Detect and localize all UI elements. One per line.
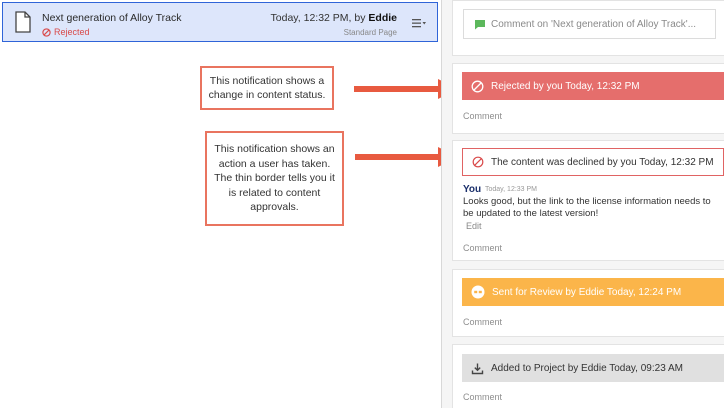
review-banner-text: Sent for Review by Eddie Today, 12:24 PM (492, 286, 682, 298)
callout-status-change: This notification shows a change in cont… (200, 66, 334, 110)
comment-input[interactable]: Comment on 'Next generation of Alloy Tra… (463, 9, 716, 39)
callout-text: This notification shows a change in cont… (208, 74, 326, 102)
activity-rejected-card: Rejected by you Today, 12:32 PM Comment (452, 63, 724, 134)
callout-user-action: This notification shows an action a user… (205, 131, 344, 226)
download-icon (471, 363, 484, 374)
rejected-icon (471, 80, 484, 92)
content-item-type: Standard Page (343, 28, 397, 37)
message-author: You (463, 184, 482, 195)
message-time: Today, 12:33 PM (485, 186, 538, 193)
callout-text: This notification shows an action a user… (214, 143, 335, 214)
content-item-meta: Today, 12:32 PM, by Eddie (271, 12, 397, 24)
project-banner-text: Added to Project by Eddie Today, 09:23 A… (491, 362, 683, 374)
comment-link[interactable]: Comment (463, 111, 502, 121)
activity-panel: Comment on 'Next generation of Alloy Tra… (441, 0, 724, 408)
edit-link[interactable]: Edit (466, 221, 482, 231)
comment-card: Comment on 'Next generation of Alloy Tra… (452, 0, 724, 56)
rejected-icon (42, 27, 51, 37)
status-label: Rejected (54, 27, 90, 37)
document-icon (15, 11, 31, 33)
comment-link[interactable]: Comment (463, 317, 502, 327)
project-banner: Added to Project by Eddie Today, 09:23 A… (462, 354, 724, 382)
review-banner: Sent for Review by Eddie Today, 12:24 PM (462, 278, 724, 306)
activity-declined-card: The content was declined by you Today, 1… (452, 140, 724, 261)
rejected-banner-text: Rejected by you Today, 12:32 PM (491, 80, 640, 92)
content-item[interactable]: Next generation of Alloy Track Rejected … (2, 2, 438, 42)
activity-review-card: Sent for Review by Eddie Today, 12:24 PM… (452, 269, 724, 337)
content-item-time: Today, 12:32 PM, by (270, 12, 366, 24)
context-menu-icon[interactable] (411, 16, 427, 30)
declined-icon (472, 156, 484, 168)
content-item-author: Eddie (368, 12, 397, 24)
status-badge: Rejected (42, 27, 90, 37)
comment-placeholder: Comment on 'Next generation of Alloy Tra… (491, 18, 697, 30)
content-item-title: Next generation of Alloy Track (42, 12, 182, 24)
declined-banner-text: The content was declined by you Today, 1… (491, 156, 714, 168)
declined-banner: The content was declined by you Today, 1… (462, 148, 724, 176)
comment-link[interactable]: Comment (463, 392, 502, 402)
message-body: Looks good, but the link to the license … (463, 196, 711, 219)
rejected-banner: Rejected by you Today, 12:32 PM (462, 72, 724, 100)
review-icon (471, 285, 485, 299)
comment-flag-icon (475, 19, 485, 29)
activity-project-card: Added to Project by Eddie Today, 09:23 A… (452, 344, 724, 408)
comment-link[interactable]: Comment (463, 243, 502, 253)
